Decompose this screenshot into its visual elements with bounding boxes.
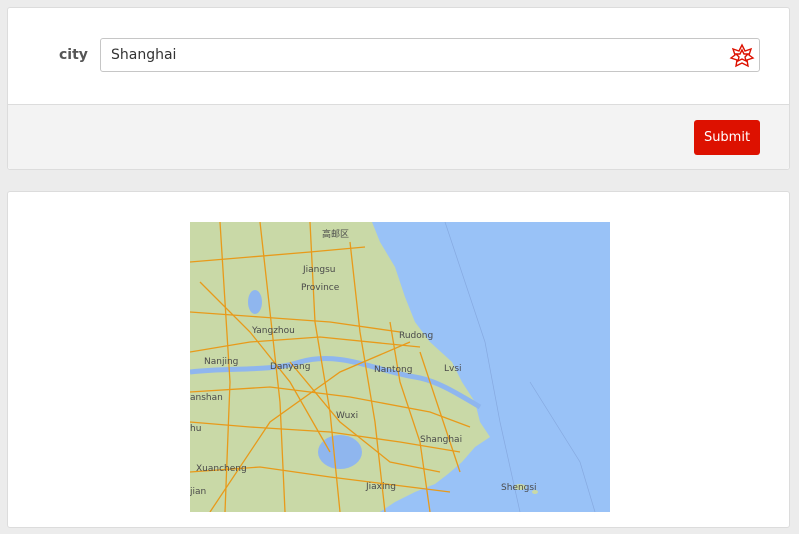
- map-label-hu: hu: [190, 424, 201, 434]
- city-label: city: [59, 47, 88, 63]
- map-label-shanghai: Shanghai: [420, 435, 462, 445]
- lake-small: [248, 290, 262, 314]
- map-label-xuancheng: Xuancheng: [196, 464, 247, 474]
- map-label-jiangsu: Jiangsu: [302, 265, 335, 275]
- result-card: 高邮区 Jiangsu Province Yangzhou Rudong Nan…: [7, 191, 790, 528]
- map-image: 高邮区 Jiangsu Province Yangzhou Rudong Nan…: [190, 222, 610, 512]
- map-label-nantong: Nantong: [374, 365, 412, 375]
- map-label-nanjing: Nanjing: [204, 357, 238, 367]
- submit-button[interactable]: Submit: [694, 120, 760, 155]
- map-label-jian: jian: [190, 487, 206, 497]
- map-label-province: Province: [301, 283, 340, 293]
- wolfram-star-icon[interactable]: [729, 43, 755, 69]
- map-label-danyang: Danyang: [270, 362, 310, 372]
- city-input-wrapper[interactable]: [100, 38, 760, 72]
- city-field-row: city: [8, 8, 789, 104]
- map-label-lvsi: Lvsi: [444, 364, 462, 374]
- map-label-yangzhou: Yangzhou: [251, 326, 295, 336]
- map-label-jiaxing: Jiaxing: [365, 482, 396, 492]
- query-form-card: city Submit: [7, 7, 790, 170]
- map-label-wuxi: Wuxi: [336, 411, 358, 421]
- map-label-shengsi: Shengsi: [501, 483, 537, 493]
- form-footer: Submit: [8, 104, 789, 169]
- map-label-rudong: Rudong: [399, 331, 433, 341]
- map-label-gaoyou: 高邮区: [322, 228, 349, 240]
- map-label-anshan: anshan: [190, 393, 223, 403]
- city-input[interactable]: [101, 39, 731, 71]
- lake-taihu: [318, 435, 362, 469]
